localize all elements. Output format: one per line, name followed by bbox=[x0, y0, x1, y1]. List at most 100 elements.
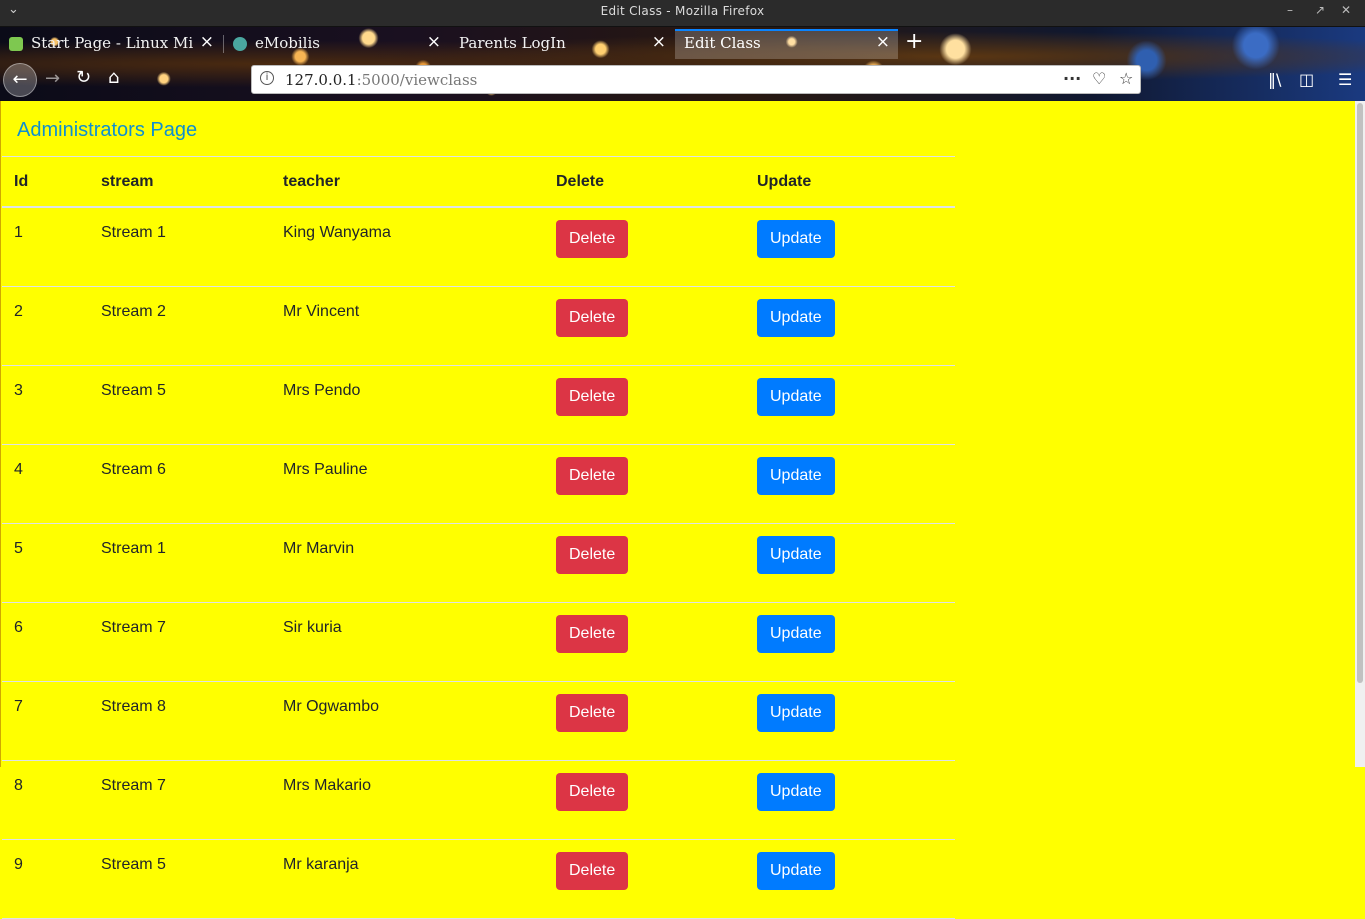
table-row: 2 Stream 2 Mr Vincent Delete Update bbox=[2, 286, 955, 366]
cell-delete: Delete bbox=[544, 760, 745, 840]
bookmark-star-icon[interactable]: ☆ bbox=[1119, 69, 1133, 88]
tab-start-page[interactable]: Start Page - Linux Mi × bbox=[0, 29, 222, 59]
tab-edit-class[interactable]: Edit Class × bbox=[675, 29, 898, 59]
table-row: 7 Stream 8 Mr Ogwambo Delete Update bbox=[2, 681, 955, 761]
cell-teacher: Mr karanja bbox=[271, 839, 544, 919]
delete-button[interactable]: Delete bbox=[556, 457, 629, 495]
delete-button[interactable]: Delete bbox=[556, 536, 629, 574]
cell-delete: Delete bbox=[544, 207, 745, 287]
cell-delete: Delete bbox=[544, 365, 745, 445]
cell-delete: Delete bbox=[544, 523, 745, 603]
cell-teacher: Mr Ogwambo bbox=[271, 681, 544, 761]
table-body: 1 Stream 1 King Wanyama Delete Update 2 Stream… bbox=[2, 207, 955, 919]
update-button[interactable]: Update bbox=[757, 457, 835, 495]
cell-stream: Stream 5 bbox=[89, 365, 271, 445]
tab-parents-login[interactable]: Parents LogIn × bbox=[450, 29, 674, 59]
site-info-icon[interactable]: i bbox=[260, 71, 274, 85]
cell-teacher: Mrs Makario bbox=[271, 760, 544, 840]
cell-delete: Delete bbox=[544, 286, 745, 366]
cell-teacher: Mrs Pendo bbox=[271, 365, 544, 445]
cell-stream: Stream 2 bbox=[89, 286, 271, 366]
close-window-icon[interactable]: ✕ bbox=[1341, 3, 1351, 17]
cell-stream: Stream 6 bbox=[89, 444, 271, 524]
url-path: :5000/viewclass bbox=[356, 71, 478, 89]
cell-delete: Delete bbox=[544, 839, 745, 919]
delete-button[interactable]: Delete bbox=[556, 299, 629, 337]
update-button[interactable]: Update bbox=[757, 615, 835, 653]
cell-delete: Delete bbox=[544, 602, 745, 682]
tab-label: Edit Class bbox=[684, 34, 761, 52]
cell-update: Update bbox=[745, 207, 955, 287]
cell-stream: Stream 1 bbox=[89, 523, 271, 603]
sidebar-icon[interactable]: ◫ bbox=[1299, 70, 1314, 89]
restore-icon[interactable]: ↗ bbox=[1315, 3, 1325, 17]
url-text[interactable]: 127.0.0.1:5000/viewclass bbox=[285, 71, 477, 89]
update-button[interactable]: Update bbox=[757, 536, 835, 574]
tab-label: Start Page - Linux Mi bbox=[31, 34, 194, 52]
tab-label: eMobilis bbox=[255, 34, 320, 52]
window-title: Edit Class - Mozilla Firefox bbox=[600, 4, 765, 18]
cell-id: 4 bbox=[2, 444, 89, 524]
hamburger-menu-icon[interactable]: ☰ bbox=[1338, 70, 1352, 89]
minimize-icon[interactable]: – bbox=[1287, 3, 1293, 17]
cell-id: 2 bbox=[2, 286, 89, 366]
update-button[interactable]: Update bbox=[757, 299, 835, 337]
cell-update: Update bbox=[745, 523, 955, 603]
update-button[interactable]: Update bbox=[757, 852, 835, 890]
close-tab-icon[interactable]: × bbox=[652, 32, 666, 52]
delete-button[interactable]: Delete bbox=[556, 773, 629, 811]
pocket-icon[interactable]: ♡ bbox=[1092, 69, 1106, 88]
update-button[interactable]: Update bbox=[757, 694, 835, 732]
url-bar[interactable]: i 127.0.0.1:5000/viewclass ··· ♡ ☆ bbox=[251, 65, 1141, 94]
library-icon[interactable]: ‖\ bbox=[1268, 70, 1281, 89]
new-tab-plus-icon[interactable]: + bbox=[905, 29, 923, 54]
home-icon[interactable]: ⌂ bbox=[108, 67, 119, 88]
cell-stream: Stream 1 bbox=[89, 207, 271, 287]
table-row: 1 Stream 1 King Wanyama Delete Update bbox=[2, 207, 955, 287]
cell-update: Update bbox=[745, 286, 955, 366]
forward-arrow-icon[interactable]: → bbox=[45, 68, 60, 89]
tab-label: Parents LogIn bbox=[459, 34, 566, 52]
delete-button[interactable]: Delete bbox=[556, 694, 629, 732]
column-header-teacher: teacher bbox=[271, 156, 544, 208]
update-button[interactable]: Update bbox=[757, 773, 835, 811]
column-header-update: Update bbox=[745, 156, 955, 208]
column-header-stream: stream bbox=[89, 156, 271, 208]
close-tab-icon[interactable]: × bbox=[427, 32, 441, 52]
delete-button[interactable]: Delete bbox=[556, 852, 629, 890]
window-titlebar: ⌄ Edit Class - Mozilla Firefox – ↗ ✕ bbox=[0, 0, 1365, 27]
cell-id: 7 bbox=[2, 681, 89, 761]
update-button[interactable]: Update bbox=[757, 378, 835, 416]
delete-button[interactable]: Delete bbox=[556, 378, 629, 416]
reload-icon[interactable]: ↻ bbox=[76, 67, 91, 88]
cell-delete: Delete bbox=[544, 444, 745, 524]
cell-id: 3 bbox=[2, 365, 89, 445]
cell-id: 9 bbox=[2, 839, 89, 919]
table-header-row: Id stream teacher Delete Update bbox=[2, 156, 955, 208]
page-actions-ellipsis-icon[interactable]: ··· bbox=[1063, 69, 1081, 88]
update-button[interactable]: Update bbox=[757, 220, 835, 258]
table-row: 8 Stream 7 Mrs Makario Delete Update bbox=[2, 760, 955, 840]
globe-favicon-icon bbox=[233, 37, 247, 51]
admin-page-brand-link[interactable]: Administrators Page bbox=[17, 119, 197, 142]
back-arrow-icon[interactable]: ← bbox=[3, 63, 37, 97]
delete-button[interactable]: Delete bbox=[556, 220, 629, 258]
scrollbar-thumb[interactable] bbox=[1357, 103, 1363, 683]
close-tab-icon[interactable]: × bbox=[200, 32, 214, 52]
close-tab-icon[interactable]: × bbox=[876, 32, 890, 52]
cell-teacher: Mrs Pauline bbox=[271, 444, 544, 524]
tab-emobilis[interactable]: eMobilis × bbox=[224, 29, 449, 59]
cell-update: Update bbox=[745, 681, 955, 761]
delete-button[interactable]: Delete bbox=[556, 615, 629, 653]
cell-teacher: King Wanyama bbox=[271, 207, 544, 287]
table-row: 3 Stream 5 Mrs Pendo Delete Update bbox=[2, 365, 955, 445]
cell-delete: Delete bbox=[544, 681, 745, 761]
cell-stream: Stream 7 bbox=[89, 602, 271, 682]
table-row: 4 Stream 6 Mrs Pauline Delete Update bbox=[2, 444, 955, 524]
cell-update: Update bbox=[745, 760, 955, 840]
cell-update: Update bbox=[745, 365, 955, 445]
cell-id: 6 bbox=[2, 602, 89, 682]
cell-id: 1 bbox=[2, 207, 89, 287]
cell-stream: Stream 8 bbox=[89, 681, 271, 761]
cell-id: 8 bbox=[2, 760, 89, 840]
